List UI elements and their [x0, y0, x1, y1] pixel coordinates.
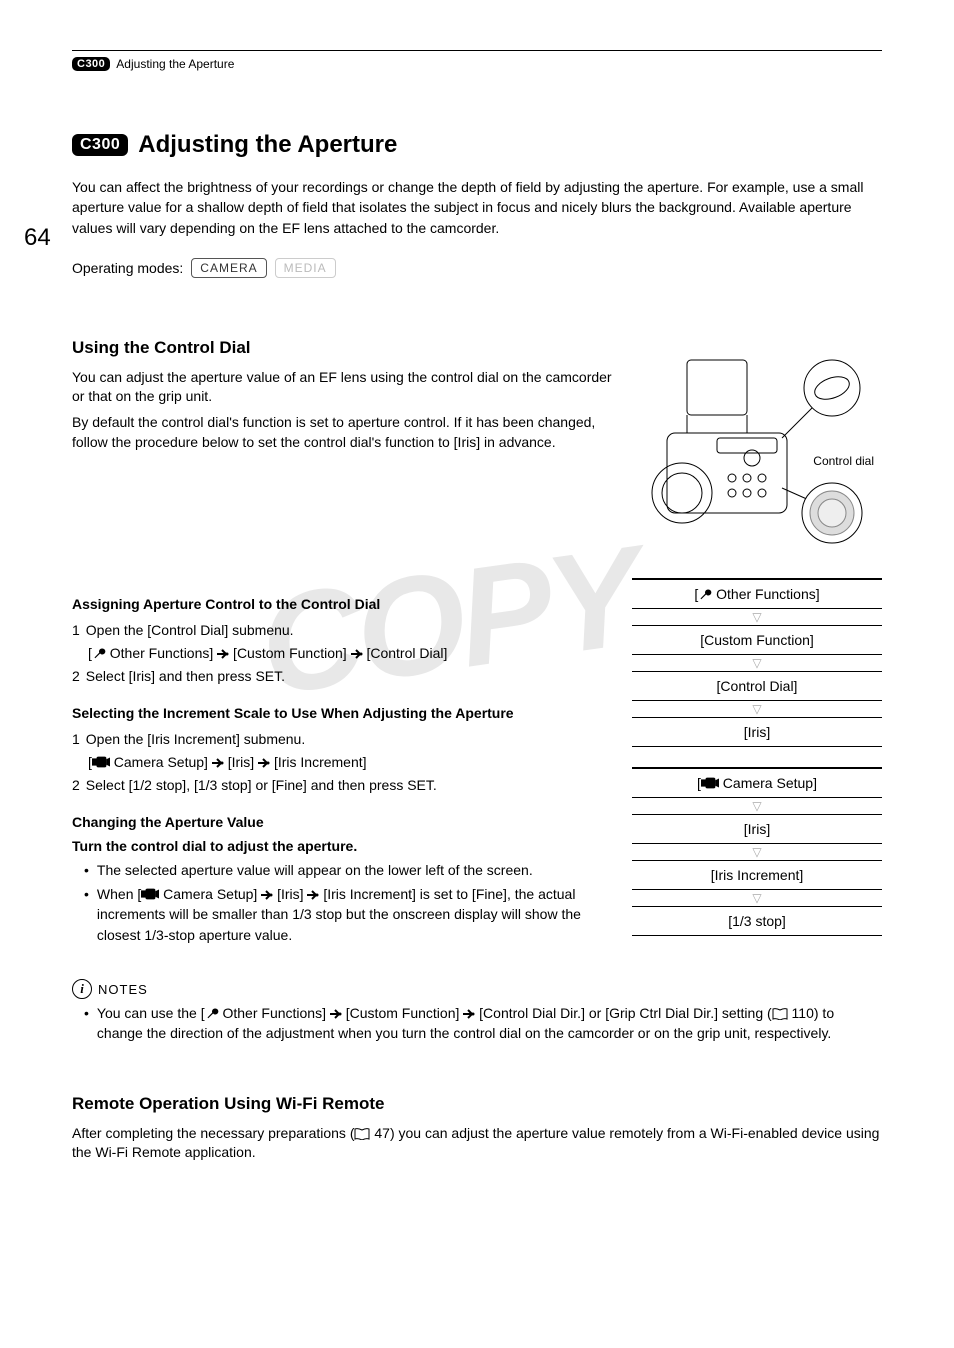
camera-icon: [92, 756, 110, 768]
chevron-down-icon: ▽: [632, 844, 882, 860]
mode-camera: CAMERA: [191, 258, 266, 278]
select-inc-step-1-path: [ Camera Setup] [Iris] [Iris Increment]: [72, 752, 612, 773]
arrow-right-icon: [307, 890, 319, 900]
manual-ref-icon: [772, 1008, 788, 1020]
chevron-down-icon: ▽: [632, 798, 882, 814]
select-inc-step-1: 1Open the [Iris Increment] submenu.: [72, 729, 612, 750]
arrow-right-icon: [261, 890, 273, 900]
changing-bullet-2: When [ Camera Setup] [Iris] [Iris Increm…: [72, 884, 612, 945]
menu-path-block-1: [ Other Functions] ▽ [Custom Function] ▽…: [632, 578, 882, 747]
assign-step-2: 2Select [Iris] and then press SET.: [72, 666, 612, 687]
menu-path-item: [Iris]: [632, 814, 882, 844]
model-badge-small: C300: [72, 57, 110, 71]
chevron-down-icon: ▽: [632, 655, 882, 671]
notes-bullet-1: You can use the [ Other Functions] [Cust…: [72, 1003, 882, 1044]
manual-ref-icon: [354, 1128, 370, 1140]
arrow-right-icon: [258, 758, 270, 768]
chevron-down-icon: ▽: [632, 701, 882, 717]
arrow-right-icon: [330, 1009, 342, 1019]
menu-path-item: [Iris Increment]: [632, 860, 882, 890]
arrow-right-icon: [217, 649, 229, 659]
menu-path-item: [1/3 stop]: [632, 906, 882, 936]
wrench-icon: [92, 647, 106, 659]
diagram-label-control-dial: Control dial: [813, 454, 874, 468]
menu-path-item: [Iris]: [632, 717, 882, 747]
assign-heading: Assigning Aperture Control to the Contro…: [72, 596, 612, 612]
wrench-icon: [698, 588, 712, 600]
chevron-down-icon: ▽: [632, 609, 882, 625]
control-dial-body-2: By default the control dial's function i…: [72, 413, 612, 452]
assign-step-1-path: [ Other Functions] [Custom Function] [Co…: [72, 643, 612, 664]
wrench-icon: [205, 1007, 219, 1019]
menu-path-item: [ Camera Setup]: [632, 767, 882, 798]
mode-media: MEDIA: [275, 258, 336, 278]
menu-path-block-2: [ Camera Setup] ▽ [Iris] ▽ [Iris Increme…: [632, 767, 882, 936]
remote-body: After completing the necessary preparati…: [72, 1124, 882, 1163]
select-inc-step-2: 2Select [1/2 stop], [1/3 stop] or [Fine]…: [72, 775, 612, 796]
section-remote-heading: Remote Operation Using Wi-Fi Remote: [72, 1094, 882, 1114]
running-header: C300 Adjusting the Aperture: [72, 57, 882, 71]
changing-action: Turn the control dial to adjust the aper…: [72, 838, 612, 854]
select-inc-heading: Selecting the Increment Scale to Use Whe…: [72, 705, 612, 721]
intro-paragraph: You can affect the brightness of your re…: [72, 177, 882, 238]
page-title: C300 Adjusting the Aperture: [72, 131, 882, 159]
running-head-text: Adjusting the Aperture: [116, 57, 234, 71]
model-badge-large: C300: [72, 134, 128, 156]
operating-modes-label: Operating modes:: [72, 260, 183, 276]
chevron-down-icon: ▽: [632, 890, 882, 906]
notes-label: NOTES: [98, 982, 148, 997]
title-text: Adjusting the Aperture: [138, 131, 397, 159]
menu-path-item: [Control Dial]: [632, 671, 882, 701]
changing-heading: Changing the Aperture Value: [72, 814, 612, 830]
camcorder-diagram: Control dial: [632, 338, 882, 548]
camera-icon: [141, 888, 159, 900]
info-icon: i: [72, 979, 92, 999]
page-number: 64: [24, 224, 51, 252]
arrow-right-icon: [212, 758, 224, 768]
arrow-right-icon: [351, 649, 363, 659]
changing-bullet-1: The selected aperture value will appear …: [72, 860, 612, 880]
assign-step-1: 1Open the [Control Dial] submenu.: [72, 620, 612, 641]
notes-header: i NOTES: [72, 979, 882, 999]
control-dial-body-1: You can adjust the aperture value of an …: [72, 368, 612, 407]
menu-path-item: [Custom Function]: [632, 625, 882, 655]
menu-path-item: [ Other Functions]: [632, 578, 882, 609]
operating-modes-row: Operating modes: CAMERA MEDIA: [72, 258, 882, 278]
arrow-right-icon: [463, 1009, 475, 1019]
section-control-dial-heading: Using the Control Dial: [72, 338, 612, 358]
camera-icon: [701, 777, 719, 789]
